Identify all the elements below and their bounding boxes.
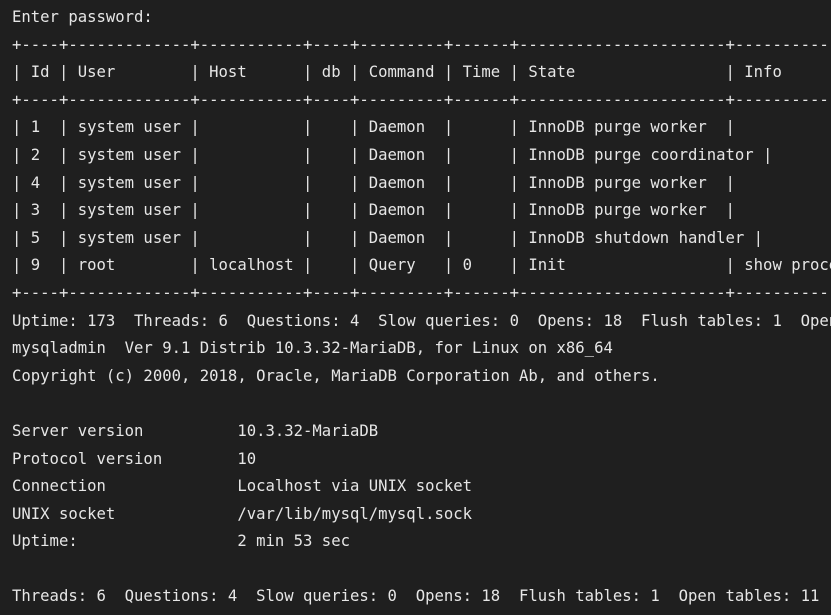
server-version-line: Server version 10.3.32-MariaDB (12, 421, 379, 440)
table-row: | 5 | system user | | | Daemon | | InnoD… (12, 228, 764, 247)
terminal-lines: Enter password: +----+-------------+----… (12, 4, 831, 611)
protocol-version-line: Protocol version 10 (12, 449, 257, 468)
table-row: | 9 | root | localhost | | Query | 0 | I… (12, 256, 831, 275)
table-row: | 3 | system user | | | Daemon | | InnoD… (12, 201, 735, 220)
terminal-output[interactable]: Enter password: +----+-------------+----… (0, 0, 831, 615)
table-header-row: | Id | User | Host | db | Command | Time… (12, 63, 782, 82)
table-border-top: +----+-------------+-----------+----+---… (12, 35, 831, 54)
table-border-header: +----+-------------+-----------+----+---… (12, 90, 831, 109)
password-prompt-line: Enter password: (12, 8, 153, 26)
table-row: | 4 | system user | | | Daemon | | InnoD… (12, 173, 735, 192)
uptime-line: Uptime: 2 min 53 sec (12, 532, 350, 551)
threads-status-line: Threads: 6 Questions: 4 Slow queries: 0 … (12, 587, 820, 606)
table-row: | 2 | system user | | | Daemon | | InnoD… (12, 145, 773, 164)
copyright-line: Copyright (c) 2000, 2018, Oracle, MariaD… (12, 366, 660, 385)
table-border-bottom: +----+-------------+-----------+----+---… (12, 283, 831, 302)
connection-line: Connection Localhost via UNIX socket (12, 477, 473, 496)
table-row: | 1 | system user | | | Daemon | | InnoD… (12, 118, 735, 137)
status-summary-line: Uptime: 173 Threads: 6 Questions: 4 Slow… (12, 311, 831, 330)
unix-socket-line: UNIX socket /var/lib/mysql/mysql.sock (12, 504, 473, 523)
version-line: mysqladmin Ver 9.1 Distrib 10.3.32-Maria… (12, 339, 613, 358)
